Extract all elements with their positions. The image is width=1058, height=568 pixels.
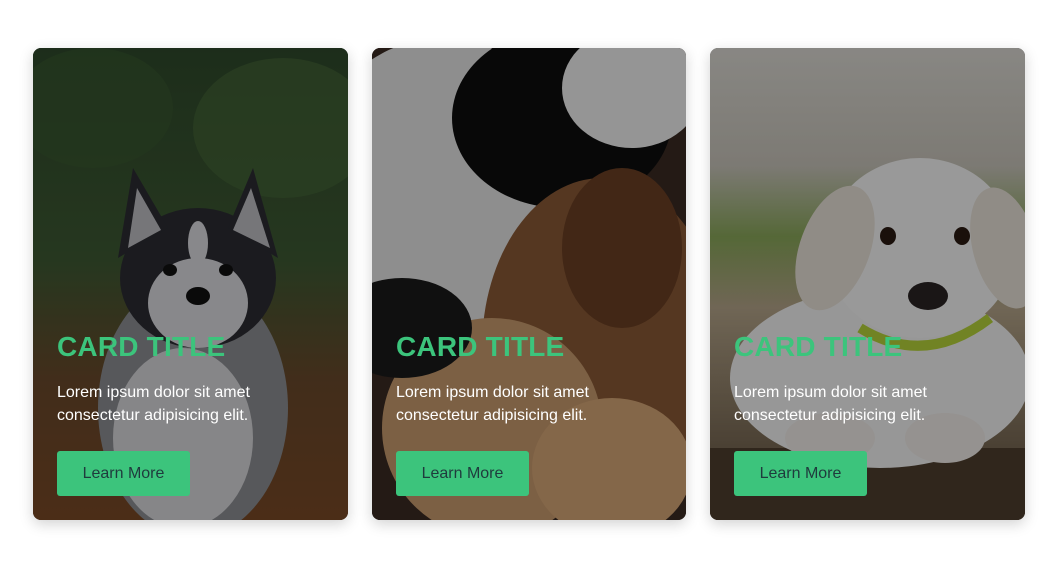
learn-more-button[interactable]: Learn More [396, 451, 529, 496]
card-title: CARD TITLE [57, 331, 226, 362]
card-description: Lorem ipsum dolor sit amet consectetur a… [734, 384, 927, 424]
card-description: Lorem ipsum dolor sit amet consectetur a… [396, 384, 589, 424]
card: CARD TITLE Lorem ipsum dolor sit amet co… [33, 48, 348, 520]
card-grid: CARD TITLE Lorem ipsum dolor sit amet co… [0, 0, 1058, 568]
card-title: CARD TITLE [396, 331, 565, 362]
image-overlay [372, 48, 686, 520]
card-content: CARD TITLE Lorem ipsum dolor sit amet co… [734, 330, 1005, 427]
card: CARD TITLE Lorem ipsum dolor sit amet co… [710, 48, 1025, 520]
learn-more-button[interactable]: Learn More [734, 451, 867, 496]
card-content: CARD TITLE Lorem ipsum dolor sit amet co… [396, 330, 666, 427]
image-overlay [33, 48, 348, 520]
card-content: CARD TITLE Lorem ipsum dolor sit amet co… [57, 330, 328, 427]
image-overlay [710, 48, 1025, 520]
card: CARD TITLE Lorem ipsum dolor sit amet co… [372, 48, 686, 520]
learn-more-button[interactable]: Learn More [57, 451, 190, 496]
card-description: Lorem ipsum dolor sit amet consectetur a… [57, 384, 250, 424]
card-title: CARD TITLE [734, 331, 903, 362]
